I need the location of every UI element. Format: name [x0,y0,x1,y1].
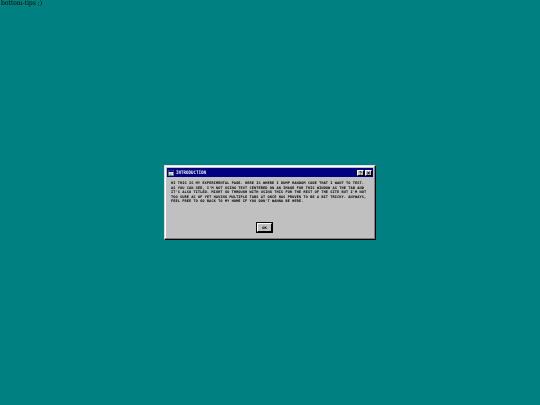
close-button[interactable] [365,169,372,176]
corner-caption: bottom-tips ;) [1,0,43,7]
introduction-dialog: INTRODUCTION HI THIS IS MY EXPERIMENTAL … [164,165,376,240]
app-window-icon [168,169,174,176]
close-icon [366,170,371,175]
window-title: INTRODUCTION [176,170,207,175]
ok-button[interactable]: OK [256,222,273,233]
help-button[interactable] [357,169,364,176]
desktop: bottom-tips ;) INTRODUCTION HI THIS IS M… [0,0,540,405]
dialog-message: HI THIS IS MY EXPERIMENTAL PAGE. HERE IS… [171,181,367,204]
question-mark-icon [359,170,362,175]
title-bar[interactable]: INTRODUCTION [167,168,373,177]
